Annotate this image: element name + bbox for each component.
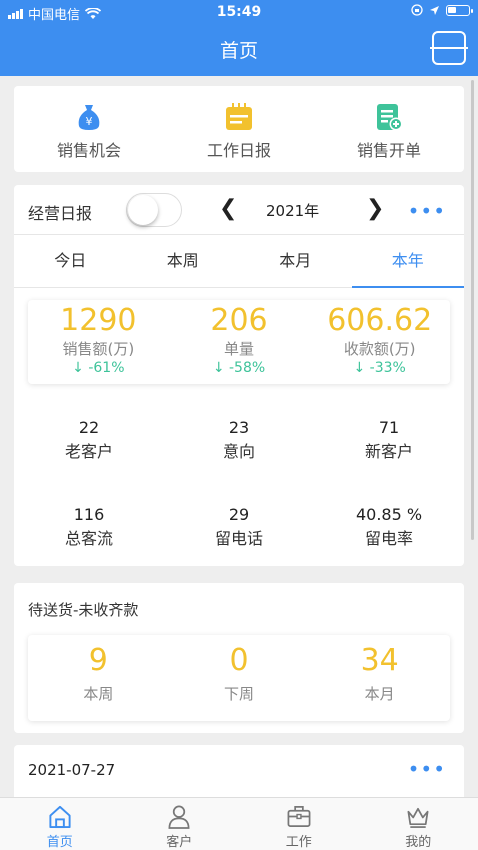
more-icon[interactable]: ••• bbox=[408, 199, 446, 223]
pending-label: 下周 bbox=[224, 685, 255, 703]
tabbar-label: 客户 bbox=[166, 835, 193, 850]
chevron-left-icon[interactable]: ❮ bbox=[219, 196, 237, 222]
date-card: 2021-07-27 ••• bbox=[14, 745, 464, 805]
stat-label: 留电率 bbox=[364, 529, 413, 548]
tabbar-label: 工作 bbox=[285, 835, 312, 850]
stat-value: 40.85 % bbox=[355, 505, 423, 524]
pending-label: 本周 bbox=[83, 685, 114, 703]
stat-new-customers[interactable]: 71 新客户 bbox=[314, 417, 464, 465]
stat-phone-rate[interactable]: 40.85 % 留电率 bbox=[314, 504, 464, 552]
metric-sales[interactable]: 1290 销售额(万) ↓ -61% bbox=[28, 300, 169, 384]
pending-value: 0 bbox=[229, 643, 249, 678]
stats-row-2: 116 总客流 29 留电话 40.85 % 留电率 bbox=[14, 504, 464, 552]
pending-label: 本月 bbox=[364, 685, 395, 703]
pending-value: 9 bbox=[88, 643, 108, 678]
stat-total-traffic[interactable]: 116 总客流 bbox=[14, 504, 164, 552]
period-tabs: 今日 本周 本月 本年 bbox=[14, 236, 464, 288]
pending-next-week[interactable]: 0 下周 bbox=[169, 635, 310, 721]
stat-value: 71 bbox=[378, 418, 400, 437]
scrollbar[interactable] bbox=[471, 80, 474, 540]
tabbar-work[interactable]: 工作 bbox=[239, 798, 359, 850]
metric-change: ↓ -33% bbox=[353, 360, 406, 376]
scan-button[interactable] bbox=[430, 31, 468, 65]
pending-counts: 9 本周 0 下周 34 本月 bbox=[28, 635, 450, 721]
tabbar-home[interactable]: 首页 bbox=[0, 798, 120, 850]
stat-label: 意向 bbox=[222, 442, 255, 461]
report-toggle[interactable] bbox=[126, 193, 182, 227]
metric-value: 206 bbox=[210, 303, 268, 338]
notepad-icon bbox=[226, 103, 252, 130]
tabbar-label: 首页 bbox=[46, 835, 73, 850]
stat-label: 总客流 bbox=[64, 529, 113, 548]
tab-today[interactable]: 今日 bbox=[14, 236, 127, 287]
tabbar-label: 我的 bbox=[405, 835, 432, 850]
metric-collections[interactable]: 606.62 收款额(万) ↓ -33% bbox=[309, 300, 450, 384]
pending-this-month[interactable]: 34 本月 bbox=[309, 635, 450, 721]
key-metrics: 1290 销售额(万) ↓ -61% 206 单量 ↓ -58% 606.62 … bbox=[28, 300, 450, 384]
stat-phone-left[interactable]: 29 留电话 bbox=[164, 504, 314, 552]
quick-action-sales-opportunity[interactable]: ¥ 销售机会 bbox=[14, 86, 164, 172]
metric-value: 1290 bbox=[60, 303, 137, 338]
status-time: 15:49 bbox=[216, 4, 262, 20]
pending-value: 34 bbox=[360, 643, 399, 678]
year-label: 2021年 bbox=[266, 202, 320, 220]
quick-action-label: 销售开单 bbox=[356, 141, 421, 160]
svg-text:¥: ¥ bbox=[86, 115, 93, 128]
tab-this-month[interactable]: 本月 bbox=[239, 236, 352, 287]
quick-action-work-report[interactable]: 工作日报 bbox=[164, 86, 314, 172]
home-icon bbox=[49, 805, 71, 829]
battery-icon bbox=[446, 4, 473, 16]
toggle-knob bbox=[128, 195, 158, 225]
pending-title: 待送货-未收齐款 bbox=[28, 601, 139, 619]
metric-label: 收款额(万) bbox=[343, 340, 416, 358]
quick-action-sales-order[interactable]: 销售开单 bbox=[314, 86, 464, 172]
tabbar-mine[interactable]: 我的 bbox=[359, 798, 478, 850]
stat-value: 116 bbox=[73, 505, 105, 524]
add-document-icon bbox=[377, 104, 403, 131]
tab-this-year[interactable]: 本年 bbox=[351, 236, 465, 288]
quick-action-label: 工作日报 bbox=[206, 141, 271, 160]
stat-value: 29 bbox=[228, 505, 250, 524]
date-label: 2021-07-27 bbox=[28, 761, 116, 779]
metric-label: 单量 bbox=[224, 340, 255, 358]
stat-label: 新客户 bbox=[364, 442, 413, 461]
metric-orders[interactable]: 206 单量 ↓ -58% bbox=[169, 300, 310, 384]
stat-value: 23 bbox=[228, 418, 250, 437]
tabbar-customers[interactable]: 客户 bbox=[120, 798, 240, 850]
more-icon[interactable]: ••• bbox=[408, 757, 446, 781]
metric-change: ↓ -61% bbox=[72, 360, 125, 376]
crown-icon bbox=[407, 807, 429, 828]
metric-change: ↓ -58% bbox=[212, 360, 266, 376]
bottom-tab-bar: 首页 客户 工作 我的 bbox=[0, 797, 478, 850]
stats-row-1: 22 老客户 23 意向 71 新客户 bbox=[14, 417, 464, 465]
metric-value: 606.62 bbox=[327, 303, 433, 338]
report-header: 经营日报 ❮ 2021年 ❯ ••• bbox=[14, 185, 464, 235]
money-bag-icon: ¥ bbox=[78, 105, 100, 130]
metric-label: 销售额(万) bbox=[62, 340, 135, 358]
rotation-lock-icon bbox=[411, 4, 423, 16]
quick-action-label: 销售机会 bbox=[56, 141, 121, 160]
stat-label: 老客户 bbox=[64, 442, 113, 461]
pending-this-week[interactable]: 9 本周 bbox=[28, 635, 169, 721]
location-icon bbox=[430, 5, 439, 15]
person-icon bbox=[168, 805, 190, 829]
stat-intent[interactable]: 23 意向 bbox=[164, 417, 314, 465]
stat-returning-customers[interactable]: 22 老客户 bbox=[14, 417, 164, 465]
page-title: 首页 bbox=[219, 40, 258, 62]
report-title: 经营日报 bbox=[28, 204, 93, 223]
status-right bbox=[411, 4, 473, 16]
tab-this-week[interactable]: 本周 bbox=[127, 236, 240, 287]
top-bar: 中国电信 15:49 首页 bbox=[0, 0, 478, 76]
quick-actions-card: ¥ 销售机会 工作日报 销售开单 bbox=[14, 86, 464, 172]
stat-value: 22 bbox=[78, 418, 100, 437]
stat-label: 留电话 bbox=[214, 529, 263, 548]
status-bar: 中国电信 15:49 bbox=[0, 0, 478, 24]
pending-delivery-card: 待送货-未收齐款 9 本周 0 下周 34 本月 bbox=[14, 583, 464, 733]
business-report-card: 经营日报 ❮ 2021年 ❯ ••• 今日 本周 本月 本年 1290 销售额(… bbox=[14, 185, 464, 566]
chevron-right-icon[interactable]: ❯ bbox=[366, 196, 384, 222]
briefcase-icon bbox=[287, 806, 311, 827]
